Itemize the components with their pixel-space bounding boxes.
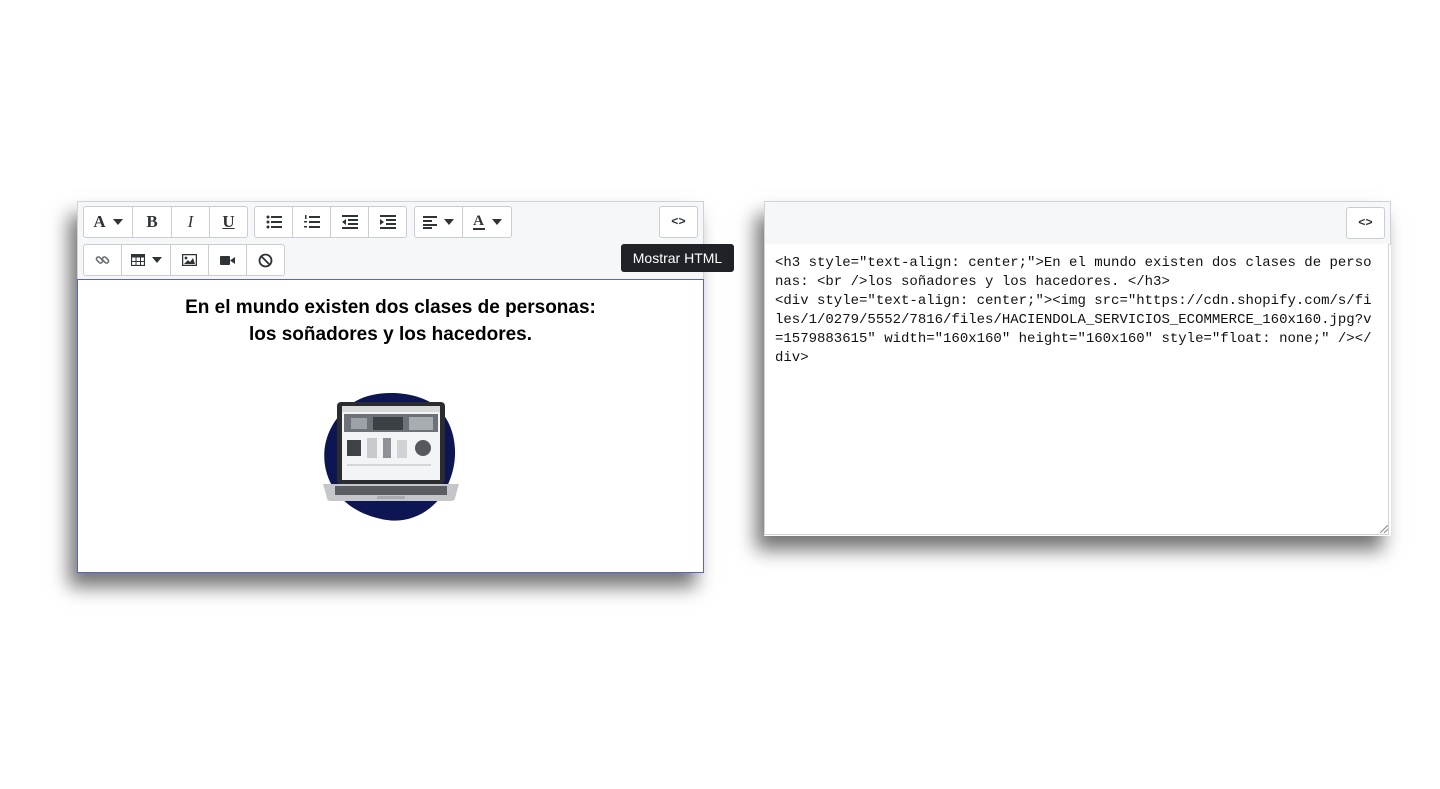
bold-icon: B — [146, 212, 158, 231]
numbered-list-icon — [303, 215, 320, 228]
paragraph-align-dropdown[interactable] — [414, 206, 463, 238]
image-button[interactable] — [170, 244, 209, 276]
link-button[interactable] — [83, 244, 122, 276]
bullet-list-icon — [266, 215, 282, 229]
chevron-down-icon — [444, 219, 454, 225]
indent-button[interactable] — [368, 206, 407, 238]
ecommerce-laptop-image[interactable] — [321, 384, 461, 524]
clear-format-icon — [258, 253, 273, 267]
chevron-down-icon — [112, 219, 123, 225]
underline-button[interactable]: U — [209, 206, 248, 238]
bold-button[interactable]: B — [132, 206, 172, 238]
table-icon — [130, 254, 145, 266]
html-code-editor: <> <h3 style="text-align: center;">En el… — [764, 201, 1391, 536]
heading-line-2: los soñadores y los hacedores. — [249, 324, 532, 345]
list-group — [254, 206, 407, 238]
rich-text-editor: A B I U A <> En el mundo existen dos cla… — [77, 201, 704, 573]
view-group: <> — [659, 206, 698, 238]
video-button[interactable] — [208, 244, 247, 276]
link-icon — [95, 255, 110, 264]
content-heading: En el mundo existen dos clases de person… — [78, 294, 703, 348]
tooltip-text: Mostrar HTML — [632, 250, 723, 266]
code-editor-toolbar: <> — [764, 201, 1391, 245]
html-source-textarea[interactable]: <h3 style="text-align: center;">En el mu… — [764, 244, 1389, 535]
font-style-dropdown[interactable]: A — [83, 206, 133, 238]
align-left-icon — [423, 215, 437, 229]
chevron-down-icon — [151, 257, 162, 263]
numbered-list-button[interactable] — [292, 206, 331, 238]
editor-content[interactable]: En el mundo existen dos clases de person… — [77, 279, 704, 573]
text-style-group: A B I U — [83, 206, 248, 238]
text-color-dropdown[interactable]: A — [462, 206, 512, 238]
image-icon — [182, 254, 197, 266]
show-html-tooltip: Mostrar HTML — [621, 244, 734, 272]
chevron-down-icon — [491, 219, 502, 225]
code-view-icon: <> — [671, 215, 686, 229]
video-icon — [220, 255, 235, 265]
resize-handle-icon[interactable] — [1380, 525, 1388, 533]
heading-line-1: En el mundo existen dos clases de person… — [185, 297, 596, 318]
outdent-icon — [341, 215, 358, 229]
font-icon: A — [93, 212, 106, 231]
view-group: <> — [1346, 207, 1385, 239]
italic-button[interactable]: I — [171, 206, 210, 238]
bullet-list-button[interactable] — [254, 206, 293, 238]
code-view-icon: <> — [1358, 216, 1373, 230]
insert-group — [83, 244, 285, 276]
indent-icon — [379, 215, 396, 229]
outdent-button[interactable] — [330, 206, 369, 238]
code-view-button[interactable]: <> — [1346, 207, 1385, 239]
paragraph-group: A — [414, 206, 512, 238]
table-dropdown[interactable] — [121, 244, 171, 276]
code-view-button[interactable]: <> — [659, 206, 698, 238]
editor-toolbar: A B I U A <> — [77, 201, 704, 279]
underline-icon: U — [222, 212, 235, 231]
clear-format-button[interactable] — [246, 244, 285, 276]
italic-icon: I — [187, 212, 194, 231]
text-color-icon: A — [472, 212, 485, 230]
